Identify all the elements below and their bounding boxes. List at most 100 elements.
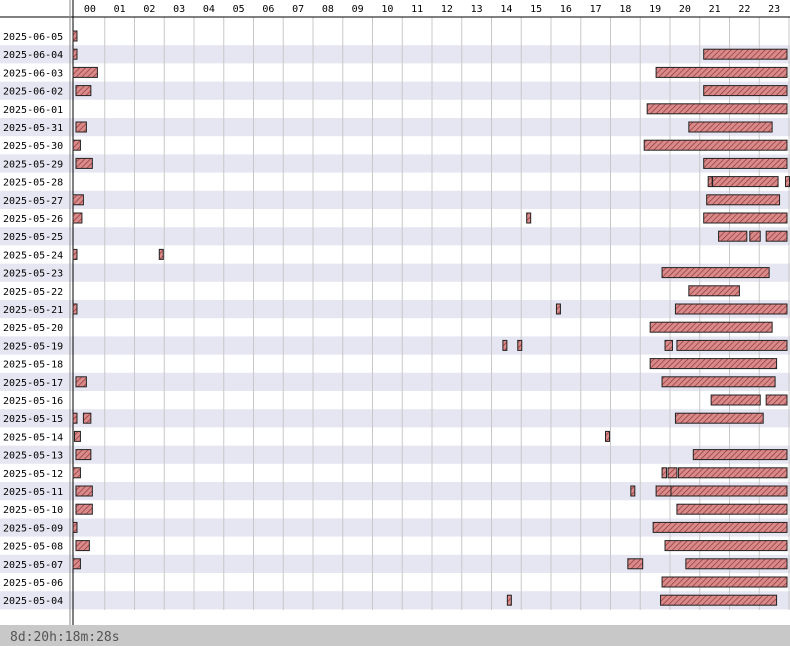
session-bar (674, 303, 788, 315)
row-stripe (0, 409, 790, 428)
session-bar (703, 157, 788, 169)
date-label: 2025-05-17 (3, 378, 63, 389)
session-bar (677, 467, 788, 479)
date-label: 2025-05-07 (3, 560, 63, 571)
session-bar (73, 430, 81, 442)
session-bar (710, 394, 761, 406)
date-label: 2025-06-04 (3, 50, 63, 61)
date-label: 2025-05-28 (3, 178, 63, 189)
session-bar (703, 212, 788, 224)
date-label: 2025-05-11 (3, 487, 63, 498)
session-bar (649, 321, 773, 333)
hour-label: 18 (619, 4, 631, 15)
date-label: 2025-05-09 (3, 523, 63, 534)
session-bar (75, 85, 92, 97)
hour-label: 13 (471, 4, 483, 15)
session-bar (688, 121, 773, 133)
date-label: 2025-05-10 (3, 505, 63, 516)
hour-label: 09 (352, 4, 364, 15)
date-label: 2025-05-16 (3, 396, 63, 407)
date-label: 2025-06-03 (3, 68, 63, 79)
session-bar (72, 139, 81, 151)
session-bar (667, 467, 678, 479)
session-bar (526, 212, 532, 224)
hour-label: 10 (381, 4, 393, 15)
session-bar (661, 467, 668, 479)
hour-label: 01 (114, 4, 126, 15)
session-bar (502, 339, 508, 351)
session-bar (72, 248, 78, 260)
hour-label: 22 (738, 4, 750, 15)
session-bar (72, 212, 83, 224)
hour-label: 06 (262, 4, 274, 15)
session-bar (646, 103, 788, 115)
session-bar (688, 285, 740, 297)
session-bar (72, 194, 84, 206)
row-stripe (0, 300, 790, 319)
session-bar (676, 339, 788, 351)
session-bar (72, 48, 78, 60)
date-label: 2025-05-29 (3, 159, 63, 170)
hour-label: 05 (233, 4, 245, 15)
date-label: 2025-05-18 (3, 360, 63, 371)
hour-label: 02 (143, 4, 155, 15)
session-bar (664, 339, 673, 351)
session-bar (75, 157, 93, 169)
hour-label: 23 (768, 4, 780, 15)
row-stripe (0, 45, 790, 64)
row-stripe (0, 81, 790, 100)
date-label: 2025-05-08 (3, 542, 63, 553)
date-label: 2025-05-15 (3, 414, 63, 425)
session-bar (676, 503, 788, 515)
hour-label: 12 (441, 4, 453, 15)
hour-label: 11 (411, 4, 423, 15)
date-label: 2025-05-30 (3, 141, 63, 152)
date-label: 2025-06-02 (3, 87, 63, 98)
row-stripe (0, 445, 790, 464)
session-bar (649, 358, 778, 370)
session-bar (670, 485, 788, 497)
session-bar (82, 412, 92, 424)
session-timeline-chart: 00 01 02 03 04 05 06 07 08 09 10 11 12 13 14 15 16 17 18 19… (0, 0, 790, 646)
hour-label: 07 (292, 4, 304, 15)
session-bar (703, 85, 788, 97)
session-bar (75, 121, 87, 133)
date-label: 2025-05-21 (3, 305, 63, 316)
session-bar (72, 30, 78, 42)
session-bar (765, 230, 788, 242)
session-bar (674, 412, 764, 424)
date-label: 2025-05-04 (3, 596, 63, 607)
hour-label: 14 (500, 4, 512, 15)
hour-label: 19 (649, 4, 661, 15)
session-bar (712, 176, 779, 188)
date-label: 2025-06-05 (3, 32, 63, 43)
session-bar (72, 66, 98, 78)
date-label: 2025-05-19 (3, 341, 63, 352)
date-label: 2025-05-26 (3, 214, 63, 225)
session-bar (72, 467, 81, 479)
date-label: 2025-05-06 (3, 578, 63, 589)
hour-label: 20 (679, 4, 691, 15)
date-label: 2025-05-13 (3, 451, 63, 462)
session-bar (158, 248, 164, 260)
date-label: 2025-05-27 (3, 196, 63, 207)
session-bar (506, 594, 512, 606)
total-duration-text: 8d:20h:18m:28s (10, 630, 120, 645)
session-bar (605, 430, 611, 442)
session-bar (72, 521, 78, 533)
session-bar (655, 66, 788, 78)
date-label: 2025-06-01 (3, 105, 63, 116)
row-stripe (0, 554, 790, 573)
session-bar (664, 540, 788, 552)
session-bar (75, 503, 93, 515)
hour-label: 16 (560, 4, 572, 15)
date-label: 2025-05-31 (3, 123, 63, 134)
session-bar (661, 576, 788, 588)
session-bar (749, 230, 761, 242)
date-label: 2025-05-22 (3, 287, 63, 298)
hour-label: 21 (709, 4, 721, 15)
session-bar (75, 449, 92, 461)
session-bar (685, 558, 788, 570)
session-bar (706, 194, 781, 206)
session-bar (517, 339, 523, 351)
